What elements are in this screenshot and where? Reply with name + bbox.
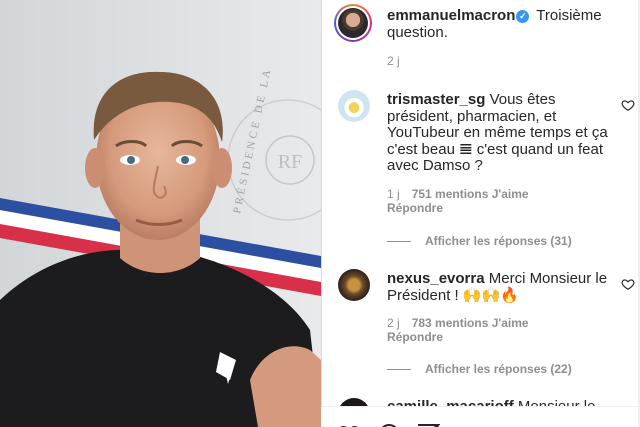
comment-avatar[interactable]: [338, 269, 370, 301]
verified-icon: ✓: [516, 10, 530, 23]
comment-meta: 1 j 751 mentions J'aime: [387, 187, 529, 201]
comment-meta: 2 j 783 mentions J'aime: [387, 316, 529, 330]
comment-body: nexus_evorra Merci Monsieur le Président…: [387, 270, 619, 304]
heart-icon[interactable]: [337, 422, 361, 427]
post-author-username[interactable]: emmanuelmacron: [387, 7, 515, 24]
post-caption-block: emmanuelmacron ✓ Troisième question.: [387, 7, 627, 41]
view-replies-label: Afficher les réponses (22): [425, 362, 572, 376]
comment-avatar[interactable]: [338, 90, 370, 122]
view-replies-label: Afficher les réponses (31): [425, 234, 572, 248]
view-replies-button[interactable]: Afficher les réponses (22): [387, 362, 572, 376]
comment-age: 2 j: [387, 316, 400, 330]
reply-button[interactable]: Répondre: [387, 330, 443, 344]
heart-outline-icon[interactable]: [621, 277, 635, 291]
divider-line: [387, 241, 411, 243]
comment-icon[interactable]: [377, 422, 401, 427]
heart-outline-icon[interactable]: [621, 98, 635, 112]
divider-line: [387, 369, 411, 371]
reply-button[interactable]: Répondre: [387, 201, 443, 215]
comment-age: 1 j: [387, 187, 400, 201]
share-icon[interactable]: [416, 422, 440, 427]
action-bar: [321, 406, 640, 427]
video-frame: RF PRÉSIDENCE DE LA: [0, 0, 321, 427]
view-replies-button[interactable]: Afficher les réponses (31): [387, 234, 572, 248]
comment-username[interactable]: nexus_evorra: [387, 270, 485, 287]
post-age: 2 j: [387, 54, 400, 68]
post-media[interactable]: RF PRÉSIDENCE DE LA: [0, 0, 321, 427]
comment-likes[interactable]: 783 mentions J'aime: [412, 316, 529, 330]
svg-text:RF: RF: [278, 151, 302, 173]
comment-body: trismaster_sg Vous êtes président, pharm…: [387, 91, 619, 175]
post-author-avatar[interactable]: [338, 8, 368, 38]
comment-likes[interactable]: 751 mentions J'aime: [412, 187, 529, 201]
comment-username[interactable]: trismaster_sg: [387, 91, 485, 108]
